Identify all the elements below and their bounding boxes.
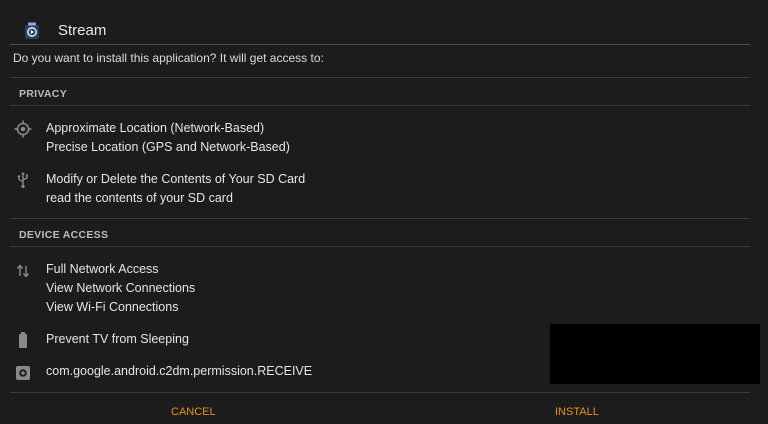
section-divider xyxy=(10,77,750,78)
permission-item: read the contents of your SD card xyxy=(46,191,233,205)
install-button[interactable]: INSTALL xyxy=(555,400,599,418)
section-label-privacy: PRIVACY xyxy=(19,88,67,100)
buttons-divider xyxy=(10,392,750,393)
permission-item: View Network Connections xyxy=(46,281,196,295)
install-question: Do you want to install this application?… xyxy=(13,51,324,65)
cancel-button[interactable]: CANCEL xyxy=(171,400,216,418)
permission-item: Prevent TV from Sleeping xyxy=(46,332,189,346)
section-divider xyxy=(10,218,750,219)
section-label-device-access: DEVICE ACCESS xyxy=(19,229,109,241)
permission-item: Modify or Delete the Contents of Your SD… xyxy=(46,172,306,186)
usb-icon xyxy=(17,172,28,189)
permission-item: Full Network Access xyxy=(46,262,159,276)
app-title: Stream xyxy=(58,22,107,39)
header-divider xyxy=(10,44,750,45)
location-crosshair-icon xyxy=(14,120,32,138)
settings-gear-icon xyxy=(16,366,30,380)
battery-icon xyxy=(19,332,27,348)
permission-item: Precise Location (GPS and Network-Based) xyxy=(46,140,290,154)
network-arrows-icon xyxy=(16,264,30,278)
section-divider xyxy=(10,105,750,106)
permission-item: com.google.android.c2dm.permission.RECEI… xyxy=(46,364,313,378)
app-header: Stream xyxy=(0,0,768,44)
permission-item: Approximate Location (Network-Based) xyxy=(46,121,265,135)
permission-item: View Wi-Fi Connections xyxy=(46,300,179,314)
section-divider xyxy=(10,246,750,247)
stream-app-icon xyxy=(25,22,39,39)
black-overlay xyxy=(550,324,760,384)
